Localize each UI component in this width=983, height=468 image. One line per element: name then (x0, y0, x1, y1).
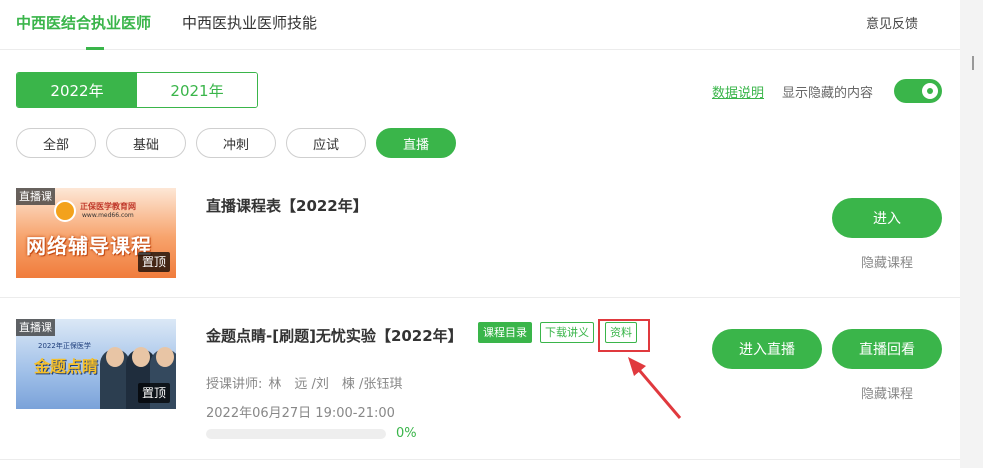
course-thumbnail[interactable]: 正保医学教育网 www.med66.com 网络辅导课程 直播课 置顶 (16, 188, 176, 278)
teachers-label: 授课讲师: (206, 377, 263, 392)
data-explain-link[interactable]: 数据说明 (712, 82, 764, 101)
show-hidden-toggle[interactable] (894, 79, 942, 103)
thumb-subtitle-text: 2022年正保医学 (38, 342, 91, 350)
course-datetime: 2022年06月27日 19:00-21:00 (206, 406, 395, 421)
hide-course-link[interactable]: 隐藏课程 (832, 252, 942, 271)
course-item: 正保医学教育网 www.med66.com 网络辅导课程 直播课 置顶 直播课程… (0, 178, 960, 298)
download-notes-tag[interactable]: 下载讲义 (540, 322, 594, 343)
live-replay-button[interactable]: 直播回看 (832, 329, 942, 369)
thumb-title-text: 金题点睛 (34, 357, 99, 376)
thumb-title-text: 网络辅导课程 (26, 234, 152, 258)
filter-exam[interactable]: 应试 (286, 128, 366, 158)
scrollbar-thumb[interactable] (972, 56, 974, 70)
show-hidden-label: 显示隐藏的内容 (782, 86, 874, 101)
year-2022-button[interactable]: 2022年 (17, 73, 137, 107)
toggle-knob (922, 83, 938, 99)
year-switch: 2022年 2021年 (16, 72, 258, 108)
pointer-arrow-icon (628, 357, 682, 419)
live-course-badge: 直播课 (16, 319, 55, 336)
hide-course-link[interactable]: 隐藏课程 (832, 383, 942, 402)
filter-sprint[interactable]: 冲刺 (196, 128, 276, 158)
enter-button[interactable]: 进入 (832, 198, 942, 238)
tab-integrated-physician[interactable]: 中西医结合执业医师 (16, 12, 151, 33)
course-thumbnail[interactable]: 2022年正保医学 金题点睛 直播课 置顶 (16, 319, 176, 409)
scrollbar[interactable] (960, 0, 983, 468)
filter-all[interactable]: 全部 (16, 128, 96, 158)
page: 中西医结合执业医师 中西医执业医师技能 意见反馈 2022年 2021年 数据说… (0, 0, 983, 468)
progress-bar (206, 429, 386, 439)
highlight-box (598, 319, 650, 352)
live-course-badge: 直播课 (16, 188, 55, 205)
thumb-url-text: www.med66.com (82, 212, 134, 219)
tab-physician-skills[interactable]: 中西医执业医师技能 (182, 12, 317, 33)
course-catalog-tag[interactable]: 课程目录 (478, 322, 532, 343)
pinned-badge: 置顶 (137, 383, 170, 403)
tab-bar: 中西医结合执业医师 中西医执业医师技能 意见反馈 (0, 0, 960, 50)
progress-percent: 0% (396, 426, 417, 441)
teachers-info: 授课讲师: 林 远 /刘 楝 /张钰琪 (206, 373, 402, 392)
pinned-badge: 置顶 (137, 252, 170, 272)
course-item: 2022年正保医学 金题点睛 直播课 置顶 金题点睛-[刷题]无忧实验【2022… (0, 298, 960, 460)
active-tab-indicator (86, 47, 104, 50)
course-title[interactable]: 直播课程表【2022年】 (206, 195, 368, 216)
enter-live-button[interactable]: 进入直播 (712, 329, 822, 369)
thumb-logo-text: 正保医学教育网 (80, 202, 136, 211)
course-title[interactable]: 金题点睛-[刷题]无忧实验【2022年】 (206, 325, 463, 346)
filter-basic[interactable]: 基础 (106, 128, 186, 158)
teachers-names: 林 远 /刘 楝 /张钰琪 (268, 377, 403, 392)
year-2021-button[interactable]: 2021年 (137, 73, 257, 107)
filter-live[interactable]: 直播 (376, 128, 456, 158)
logo-icon (54, 200, 76, 222)
feedback-link[interactable]: 意见反馈 (866, 13, 918, 32)
